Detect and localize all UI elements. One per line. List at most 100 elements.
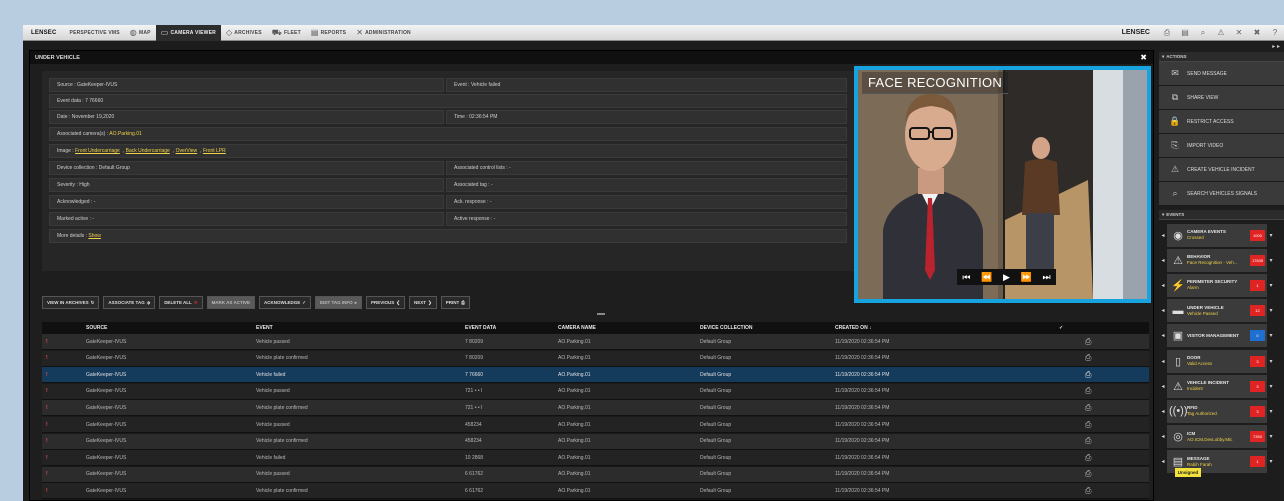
next-button[interactable]: NEXT ❯ (409, 296, 437, 309)
print-icon[interactable]: ⎙ (1085, 453, 1091, 463)
chevron-down-icon[interactable]: ▾ (1267, 433, 1275, 440)
expand-left-icon[interactable]: ◂ (1159, 282, 1167, 289)
tools-icon[interactable]: ✕ (1230, 28, 1248, 37)
print-button[interactable]: PRINT ⎙ (440, 296, 470, 309)
event-category[interactable]: ◂ ⚡ PERIMETER SECURITY Alarm 1 ▾ (1159, 273, 1284, 297)
tab-fleet[interactable]: ⛟ FLEET (267, 25, 306, 41)
table-row[interactable]: ! GateKeeper-IVUS Vehicle passed 7 80209 AO.… (42, 334, 1149, 350)
table-row[interactable]: ! GateKeeper-IVUS Vehicle plate confirmed 7… (42, 350, 1149, 367)
table-row[interactable]: ! GateKeeper-IVUS Vehicle failed 10 2868 AO.… (42, 450, 1149, 467)
chevron-down-icon[interactable]: ▾ (1267, 383, 1275, 390)
search-vehicles-signals-action[interactable]: ⌕ SEARCH VEHICLES SIGNALS (1159, 182, 1284, 206)
image-link[interactable]: Back Undercarriage (126, 148, 170, 154)
event-category[interactable]: ◂ ((•)) RFID Tag Authorized 3 ▾ (1159, 399, 1284, 423)
table-row[interactable]: ! GateKeeper-IVUS Vehicle passed 6 61762 AO.… (42, 466, 1149, 483)
print-icon[interactable]: ⎙ (1085, 420, 1091, 430)
image-link[interactable]: Front Undercarriage (75, 148, 120, 154)
tab-administration[interactable]: ✕ ADMINISTRATION (351, 25, 416, 41)
expand-left-icon[interactable]: ◂ (1159, 433, 1167, 440)
print-icon[interactable]: ⎙ (1085, 403, 1091, 413)
show-more-link[interactable]: Show (88, 233, 101, 239)
table-row[interactable]: ! GateKeeper-IVUS Vehicle plate confirmed 4… (42, 433, 1149, 450)
chevron-down-icon[interactable]: ▾ (1267, 232, 1275, 239)
acknowledge-button[interactable]: ACKNOWLEDGE ✓ (258, 296, 312, 309)
face-recognition-viewer[interactable]: FACE RECOGNITION ⏮ ⏪ ▶ ⏩ ⏭ (854, 66, 1151, 303)
column-header[interactable]: CREATED ON ↓ (835, 325, 872, 331)
column-header[interactable]: CAMERA NAME (558, 325, 596, 331)
layout-icon[interactable]: ▤ (1176, 28, 1194, 37)
column-header[interactable]: EVENT (256, 325, 273, 331)
table-row[interactable]: ! GateKeeper-IVUS Vehicle passed 458234 AO.P… (42, 417, 1149, 433)
expand-left-icon[interactable]: ◂ (1159, 383, 1167, 390)
play-icon[interactable]: ▶ (1003, 272, 1010, 283)
print-icon[interactable]: ⎙ (1085, 469, 1091, 479)
camera-link[interactable]: AO.Parking.01 (109, 131, 142, 137)
event-category[interactable]: ◂ ⚠ BEHAVIOR Face Recognition - Veh... 17835… (1159, 248, 1284, 272)
table-row[interactable]: ! GateKeeper-IVUS Vehicle failed 7 76660 AO.… (42, 367, 1149, 384)
alert-icon[interactable]: ⚠ (1212, 28, 1230, 37)
chevron-down-icon[interactable]: ▾ (1267, 307, 1275, 314)
print-icon[interactable]: ⎙ (1085, 370, 1091, 380)
image-link[interactable]: Front LPR (203, 148, 226, 154)
tab-camera-viewer[interactable]: ▭ CAMERA VIEWER (155, 25, 221, 41)
chevron-down-icon[interactable]: ▾ (1267, 408, 1275, 415)
collapse-icon[interactable]: ▸ ▸ (1159, 43, 1284, 52)
skip-start-icon[interactable]: ⏮ (962, 272, 970, 283)
table-row[interactable]: ! GateKeeper-IVUS Vehicle plate confirmed 7… (42, 400, 1149, 417)
tab-archives[interactable]: ◇ ARCHIVES (221, 25, 267, 41)
chevron-down-icon[interactable]: ▾ (1267, 257, 1275, 264)
close-icon[interactable]: ✖ (1140, 53, 1147, 62)
create-vehicle-incident-action[interactable]: ⚠ CREATE VEHICLE INCIDENT (1159, 158, 1284, 182)
fast-forward-icon[interactable]: ⏩ (1021, 272, 1032, 283)
column-header[interactable]: DEVICE COLLECTION (700, 325, 753, 331)
close-icon[interactable]: ✖ (1248, 28, 1266, 37)
send-message-action[interactable]: ✉ SEND MESSAGE (1159, 62, 1284, 86)
table-row[interactable]: ! GateKeeper-IVUS Vehicle plate confirmed 6… (42, 483, 1149, 500)
splitter-handle[interactable] (597, 313, 605, 315)
expand-left-icon[interactable]: ◂ (1159, 307, 1167, 314)
table-row[interactable]: ! GateKeeper-IVUS Vehicle passed 721 • • I A… (42, 383, 1149, 400)
search-icon[interactable]: ⌕ (1194, 28, 1212, 38)
import-video-action[interactable]: ⎘ IMPORT VIDEO (1159, 134, 1284, 158)
event-category[interactable]: ◂ ▣ VISITOR MANAGEMENT 0 ▾ (1159, 324, 1284, 348)
chevron-down-icon[interactable]: ▾ (1267, 358, 1275, 365)
expand-left-icon[interactable]: ◂ (1159, 458, 1167, 465)
expand-left-icon[interactable]: ◂ (1159, 358, 1167, 365)
view-in-archives-button[interactable]: VIEW IN ARCHIVES ↻ (42, 296, 100, 309)
column-header[interactable]: ✓ (1059, 325, 1063, 331)
events-header[interactable]: ▾ EVENTS (1159, 210, 1284, 220)
rewind-icon[interactable]: ⏪ (981, 272, 992, 283)
print-icon[interactable]: ⎙ (1085, 436, 1091, 446)
associate-tag-button[interactable]: ASSOCIATE TAG ⬗ (103, 296, 156, 309)
print-icon[interactable]: ⎙ (1158, 28, 1176, 38)
chevron-down-icon[interactable]: ▾ (1267, 282, 1275, 289)
image-link[interactable]: OverView (176, 148, 198, 154)
chevron-down-icon[interactable]: ▾ (1267, 458, 1275, 465)
event-category[interactable]: ◂ ◎ ICM AO.ICM.DevLobby.Mic 7350 ▾ (1159, 425, 1284, 449)
skip-end-icon[interactable]: ⏭ (1042, 272, 1050, 283)
actions-header[interactable]: ▾ ACTIONS (1159, 52, 1284, 62)
edit-tag-info-button[interactable]: EDIT TAG INFO ▸ (315, 296, 362, 309)
print-icon[interactable]: ⎙ (1085, 486, 1091, 496)
print-icon[interactable]: ⎙ (1085, 353, 1091, 363)
expand-left-icon[interactable]: ◂ (1159, 232, 1167, 239)
share-view-action[interactable]: ⧉ SHARE VIEW (1159, 86, 1284, 110)
column-header[interactable]: SOURCE (86, 325, 107, 331)
help-icon[interactable]: ? (1266, 28, 1284, 37)
expand-left-icon[interactable]: ◂ (1159, 257, 1167, 264)
print-icon[interactable]: ⎙ (1085, 386, 1091, 396)
expand-left-icon[interactable]: ◂ (1159, 332, 1167, 339)
event-category[interactable]: ◂ ◉ CAMERA EVENTS Crossed 1000 ▾ (1159, 223, 1284, 247)
mark-as-active-button[interactable]: MARK AS ACTIVE (206, 296, 255, 309)
event-category[interactable]: ◂ ⚠ VEHICLE INCIDENT Incident 3 ▾ (1159, 374, 1284, 398)
tab-map[interactable]: ◍ MAP (125, 25, 156, 41)
restrict-access-action[interactable]: 🔒 RESTRICT ACCESS (1159, 110, 1284, 134)
tab-reports[interactable]: ▤ REPORTS (306, 25, 351, 41)
previous-button[interactable]: PREVIOUS ❮ (365, 296, 405, 309)
lensec-logo[interactable]: LENSEC (23, 25, 65, 41)
event-category[interactable]: ◂ ▯ DOOR Valid Access 3 ▾ (1159, 349, 1284, 373)
tab-perspective-vms[interactable]: PERSPECTIVE VMS (65, 25, 125, 41)
column-header[interactable]: EVENT DATA (465, 325, 496, 331)
chevron-down-icon[interactable]: ▾ (1267, 332, 1275, 339)
print-icon[interactable]: ⎙ (1085, 337, 1091, 347)
